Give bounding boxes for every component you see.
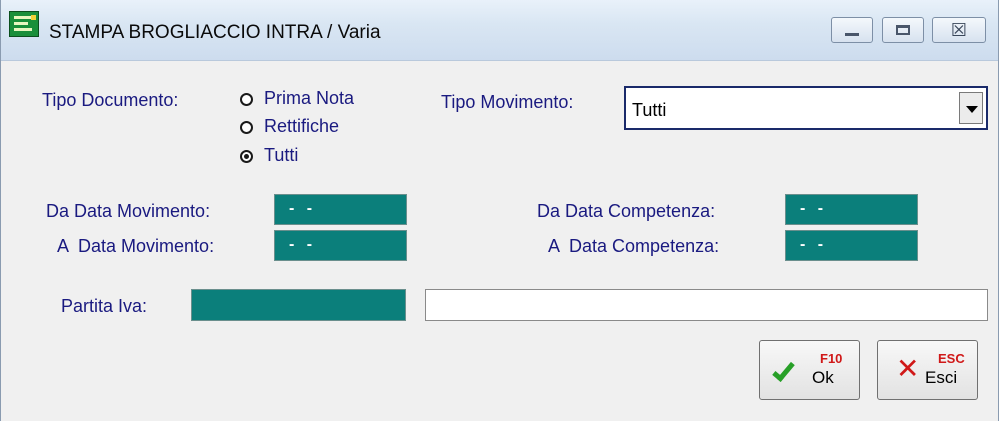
close-icon: ☒	[950, 20, 968, 40]
partita-iva-label: Partita Iva:	[61, 296, 148, 316]
da-data-competenza-field[interactable]: - -	[785, 194, 918, 225]
close-x-icon: ✕	[896, 353, 920, 384]
ok-shortcut: F10	[820, 351, 843, 366]
app-icon	[9, 11, 39, 37]
dialog-window: STAMPA BROGLIACCIO INTRA / Varia ☒ Tipo …	[0, 0, 999, 421]
window-title: STAMPA BROGLIACCIO INTRA / Varia	[49, 22, 381, 43]
partita-iva-description-field[interactable]	[425, 289, 988, 321]
maximize-icon	[896, 25, 910, 35]
ok-button[interactable]: F10 Ok	[759, 340, 860, 400]
tipo-documento-label: Tipo Documento:	[42, 90, 179, 110]
tipo-movimento-select[interactable]: Tutti	[624, 86, 988, 130]
maximize-button[interactable]	[882, 17, 924, 43]
radio-rettifiche-label[interactable]: Rettifiche	[264, 116, 339, 137]
radio-prima-nota-label[interactable]: Prima Nota	[264, 88, 354, 109]
a-data-competenza-field[interactable]: - -	[785, 230, 918, 261]
da-data-movimento-label: Da Data Movimento:	[46, 201, 211, 221]
checkmark-icon	[772, 358, 795, 382]
minimize-button[interactable]	[831, 17, 873, 43]
radio-tutti[interactable]	[240, 150, 253, 163]
partita-iva-field[interactable]	[191, 289, 406, 321]
esci-label: Esci	[925, 368, 958, 387]
minimize-icon	[845, 33, 859, 36]
radio-tutti-label[interactable]: Tutti	[264, 145, 298, 166]
close-button[interactable]: ☒	[932, 17, 986, 43]
a-data-movimento-label: A Data Movimento:	[57, 236, 215, 256]
ok-label: Ok	[812, 368, 834, 387]
tipo-movimento-value: Tutti	[632, 100, 667, 120]
chevron-down-icon[interactable]	[959, 92, 983, 124]
esci-shortcut: ESC	[938, 351, 965, 366]
a-data-competenza-label: A Data Competenza:	[548, 236, 720, 256]
radio-rettifiche[interactable]	[240, 121, 253, 134]
da-data-movimento-field[interactable]: - -	[274, 194, 407, 225]
radio-prima-nota[interactable]	[240, 93, 253, 106]
da-data-competenza-label: Da Data Competenza:	[537, 201, 716, 221]
title-bar[interactable]: STAMPA BROGLIACCIO INTRA / Varia ☒	[1, 0, 998, 61]
a-data-movimento-field[interactable]: - -	[274, 230, 407, 261]
esci-button[interactable]: ✕ ESC Esci	[877, 340, 978, 400]
tipo-movimento-label: Tipo Movimento:	[441, 92, 574, 112]
